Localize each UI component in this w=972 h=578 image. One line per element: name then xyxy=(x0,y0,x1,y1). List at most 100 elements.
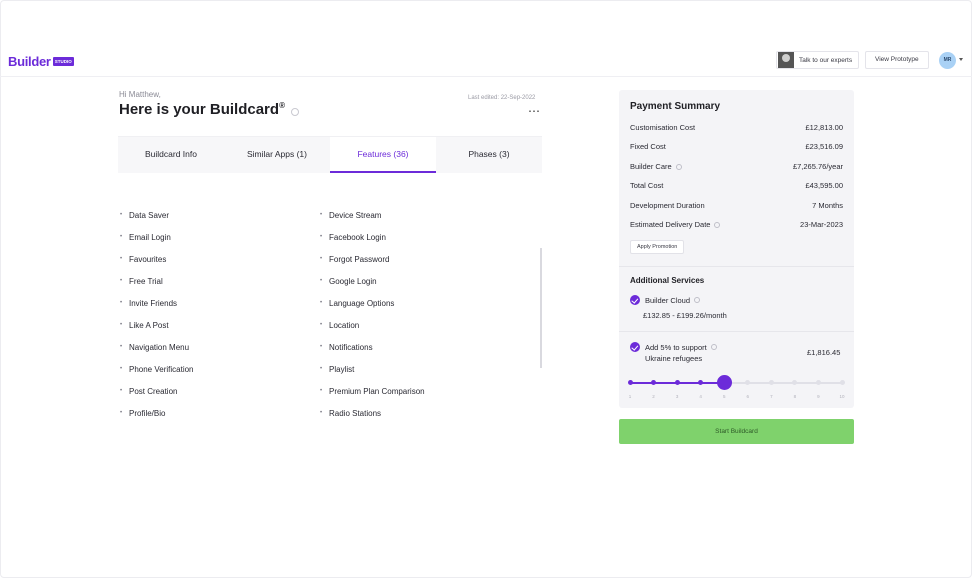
bullet-icon: • xyxy=(320,212,323,218)
tab-phases[interactable]: Phases (3) xyxy=(436,137,542,173)
info-icon[interactable] xyxy=(710,344,717,350)
bullet-icon: • xyxy=(120,410,123,416)
cost-value: £7,265.76/year xyxy=(792,162,843,171)
logo-text: Builder xyxy=(8,54,51,69)
feature-item: • Navigation Menu xyxy=(120,336,194,358)
info-icon[interactable] xyxy=(714,221,721,228)
feature-item: • Email Login xyxy=(120,226,194,248)
talk-to-experts-button[interactable]: Talk to our experts xyxy=(776,51,860,69)
view-prototype-button[interactable]: View Prototype xyxy=(865,51,929,69)
feature-label: Device Stream xyxy=(329,210,382,220)
info-icon[interactable] xyxy=(291,108,299,116)
bullet-icon: • xyxy=(320,234,323,240)
registered-mark: ® xyxy=(279,101,285,110)
cost-value: 23-Mar-2023 xyxy=(800,220,843,229)
cost-value: £23,516.09 xyxy=(805,142,843,151)
feature-label: Phone Verification xyxy=(129,364,194,374)
slider-step-label: 10 xyxy=(839,394,845,399)
feature-item: • Facebook Login xyxy=(320,226,425,248)
feature-item: • Data Saver xyxy=(120,204,194,226)
ukraine-support-price: £1,816.45 xyxy=(807,348,841,357)
bullet-icon: • xyxy=(120,256,123,262)
feature-item: • Phone Verification xyxy=(120,358,194,380)
bullet-icon: • xyxy=(120,300,123,306)
slider-step-label: 8 xyxy=(793,394,797,399)
start-buildcard-button[interactable]: Start Buildcard xyxy=(619,419,854,444)
slider-step-dot[interactable] xyxy=(768,380,774,385)
feature-label: Email Login xyxy=(129,232,171,242)
slider-step-dot[interactable] xyxy=(674,380,680,385)
slider-step-dot[interactable] xyxy=(745,380,751,385)
payment-summary-title: Payment Summary xyxy=(630,101,721,112)
logo-badge: STUDIO xyxy=(52,57,74,66)
feature-label: Radio Stations xyxy=(329,408,382,418)
feature-item: • Notifications xyxy=(320,336,425,358)
bullet-icon: • xyxy=(320,300,323,306)
feature-item: • Free Trial xyxy=(120,270,194,292)
info-icon[interactable] xyxy=(694,297,701,303)
slider-step-label: 6 xyxy=(746,394,750,399)
cost-label: Estimated Delivery Date xyxy=(630,220,711,229)
info-icon[interactable] xyxy=(675,163,682,170)
slider-thumb[interactable] xyxy=(716,375,732,390)
tab-similar-apps[interactable]: Similar Apps (1) xyxy=(224,137,330,173)
cost-row-builder-care: Builder Care £7,265.76/year xyxy=(630,162,843,171)
divider xyxy=(619,266,854,267)
feature-item: • Location xyxy=(320,314,425,336)
bullet-icon: • xyxy=(320,344,323,350)
bullet-icon: • xyxy=(120,278,123,284)
divider xyxy=(619,331,854,332)
greeting: Hi Matthew, xyxy=(119,90,161,99)
slider-step-dot[interactable] xyxy=(815,380,821,385)
tab-buildcard-info[interactable]: Buildcard Info xyxy=(118,137,224,173)
feature-label: Post Creation xyxy=(129,386,178,396)
cost-label-wrap: Estimated Delivery Date xyxy=(630,220,721,229)
cost-value: £12,813.00 xyxy=(805,123,843,132)
feature-item: • Forgot Password xyxy=(320,248,425,270)
builder-cloud-checkbox[interactable] xyxy=(630,295,640,305)
slider-step-dot[interactable] xyxy=(792,380,798,385)
bullet-icon: • xyxy=(120,212,123,218)
cost-row-delivery-date: Estimated Delivery Date 23-Mar-2023 xyxy=(630,220,843,229)
bullet-icon: • xyxy=(120,388,123,394)
tab-features[interactable]: Features (36) xyxy=(330,137,436,173)
feature-item: • Premium Plan Comparison xyxy=(320,380,425,402)
feature-item: • Favourites xyxy=(120,248,194,270)
cost-label: Fixed Cost xyxy=(630,142,666,151)
bullet-icon: • xyxy=(120,344,123,350)
slider-step-dot[interactable] xyxy=(698,380,704,385)
slider-step-dot[interactable] xyxy=(651,380,657,385)
page-title: Here is your Buildcard® xyxy=(119,101,285,118)
donation-slider[interactable] xyxy=(627,375,845,390)
slider-step-dot[interactable] xyxy=(627,380,633,385)
bullet-icon: • xyxy=(320,410,323,416)
cost-row-total: Total Cost £43,595.00 xyxy=(630,181,843,190)
feature-label: Data Saver xyxy=(129,210,170,220)
feature-label: Invite Friends xyxy=(129,298,178,308)
feature-label: Favourites xyxy=(129,254,167,264)
bullet-icon: • xyxy=(320,322,323,328)
features-scrollbar[interactable] xyxy=(540,248,542,368)
builder-logo[interactable]: Builder STUDIO xyxy=(8,54,74,69)
builder-cloud-price: £132.85 - £199.26/month xyxy=(643,311,727,320)
slider-step-label: 2 xyxy=(652,394,655,399)
more-options-icon[interactable]: ⋯ xyxy=(528,105,540,117)
feature-item: • Like A Post xyxy=(120,314,194,336)
slider-step-label: 5 xyxy=(722,394,726,399)
cost-label: Total Cost xyxy=(630,181,664,190)
feature-label: Free Trial xyxy=(129,276,163,286)
features-list-right: • Device Stream • Facebook Login • Forgot P… xyxy=(320,204,425,424)
chevron-down-icon[interactable] xyxy=(959,58,963,61)
feature-label: Forgot Password xyxy=(329,254,390,264)
ukraine-support-label-wrap: Add 5% to support xyxy=(645,343,717,352)
feature-label: Language Options xyxy=(329,298,395,308)
apply-promotion-button[interactable]: Apply Promotion xyxy=(630,240,685,254)
bullet-icon: • xyxy=(320,388,323,394)
user-avatar[interactable]: MR xyxy=(939,52,956,69)
slider-step-label: 4 xyxy=(699,394,702,399)
slider-step-dot[interactable] xyxy=(839,380,845,385)
feature-label: Location xyxy=(329,320,360,330)
ukraine-support-checkbox[interactable] xyxy=(630,342,640,352)
cost-label: Builder Care xyxy=(630,162,672,171)
slider-step-label: 7 xyxy=(770,394,773,399)
